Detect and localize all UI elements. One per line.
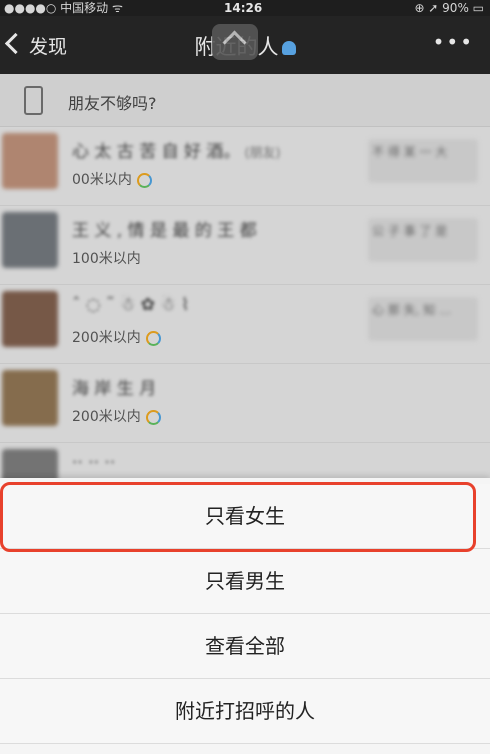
option-greetings-nearby[interactable]: 附近打招呼的人 (0, 679, 490, 744)
option-male-only[interactable]: 只看男生 (0, 549, 490, 614)
option-view-all[interactable]: 查看全部 (0, 614, 490, 679)
option-female-only[interactable]: 只看女生 (0, 484, 490, 549)
action-sheet: 只看女生 只看男生 查看全部 附近打招呼的人 (0, 478, 490, 754)
dim-overlay[interactable] (0, 0, 490, 480)
